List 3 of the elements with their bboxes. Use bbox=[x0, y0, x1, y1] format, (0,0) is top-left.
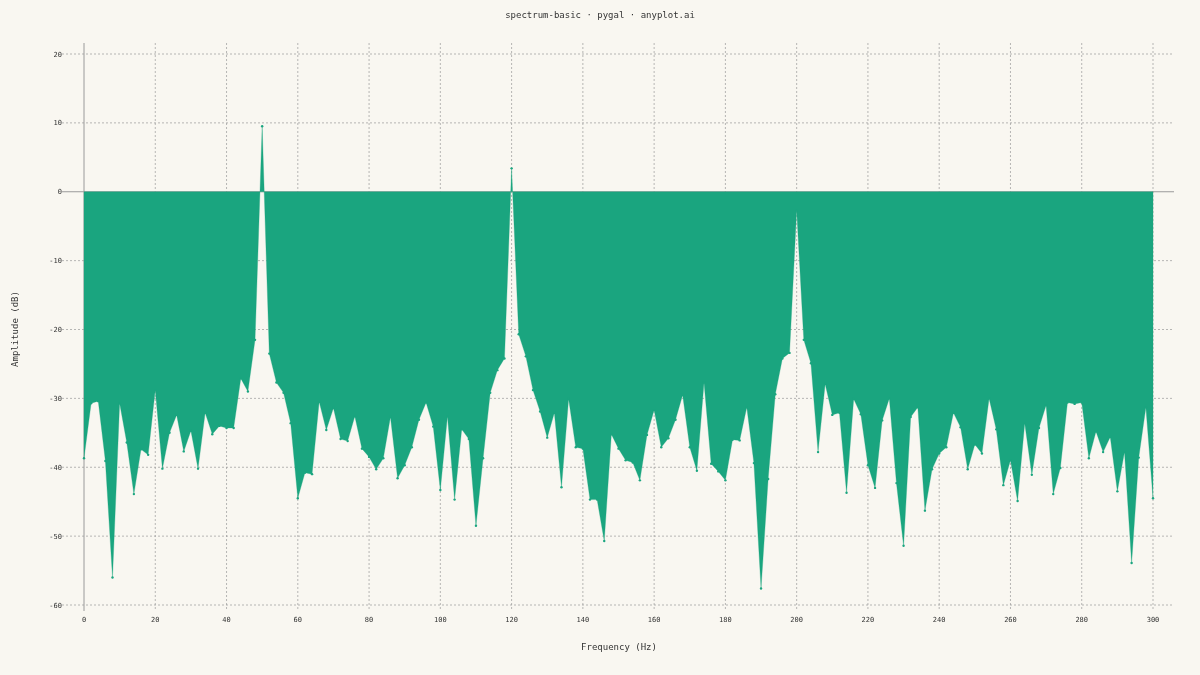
y-axis-title: Amplitude (dB) bbox=[10, 291, 20, 367]
x-axis-title: Frequency (Hz) bbox=[581, 642, 657, 652]
chart-title: spectrum-basic · pygal · anyplot.ai bbox=[505, 10, 695, 20]
